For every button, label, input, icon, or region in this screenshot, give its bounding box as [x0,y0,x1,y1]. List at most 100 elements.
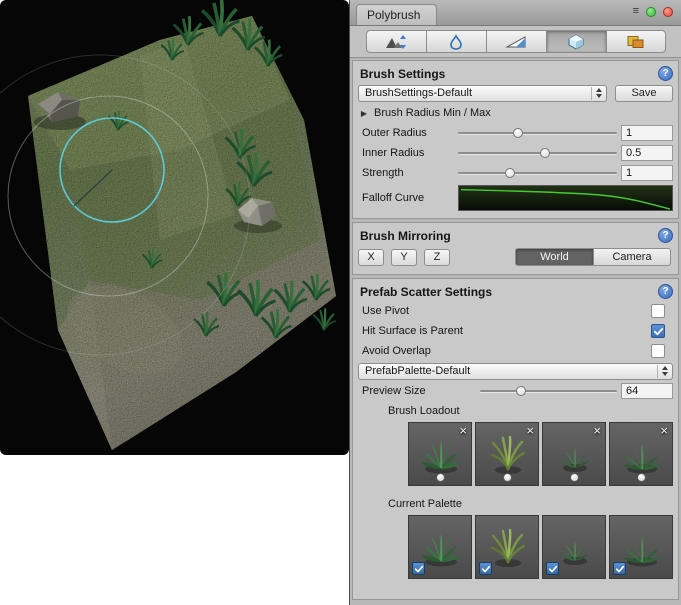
falloff-curve-graph [459,186,672,210]
window-menu-icon[interactable]: ≡ [633,6,639,17]
use-pivot-checkbox[interactable] [651,304,665,318]
brush-loadout-grid: × × × × [408,422,673,486]
outer-radius-field[interactable]: 1 [621,125,673,141]
weight-slider-thumb[interactable] [570,473,579,482]
slider-thumb[interactable] [513,128,523,138]
slider-track [458,172,617,174]
prefab-scatter-title: Prefab Scatter Settings [358,285,492,299]
current-palette-grid [408,515,673,579]
slider-thumb[interactable] [516,386,526,396]
remove-icon[interactable]: × [526,423,534,438]
brush-preset-dropdown[interactable]: BrushSettings-Default [358,85,607,102]
polybrush-tab[interactable]: Polybrush [356,4,437,25]
inner-radius-label: Inner Radius [358,147,454,159]
screenshot-root: Polybrush ≡ [0,0,681,605]
brush-settings-title: Brush Settings [358,67,445,81]
outer-radius-slider[interactable] [458,125,617,141]
brush-preset-value: BrushSettings-Default [365,87,591,99]
palette-checkbox[interactable] [412,562,425,575]
mirror-y-button[interactable]: Y [391,249,417,266]
bush-plant-thumbnail [618,431,666,479]
weight-slider-thumb[interactable] [637,473,646,482]
strength-label: Strength [358,167,454,179]
avoid-overlap-checkbox[interactable] [651,344,665,358]
panel-content: Brush Settings ? BrushSettings-Default S… [350,58,681,605]
brush-mirroring-section: Brush Mirroring ? X Y Z World Camera [352,222,679,275]
mode-toolbar [350,26,681,58]
loadout-tile-leafy-plant[interactable]: × [408,422,472,486]
prefab-gem-icon [564,34,588,50]
brush-loadout-label: Brush Loadout [358,401,673,420]
window-maximize-icon[interactable] [646,7,656,17]
dropdown-caret-icon [657,365,668,378]
window-close-icon[interactable] [663,7,673,17]
preview-size-field[interactable]: 64 [621,383,673,399]
scatter-tool-button[interactable] [546,30,606,53]
smooth-tool-button[interactable] [426,30,486,53]
radius-minmax-foldout[interactable]: Brush Radius Min / Max [374,107,491,119]
slider-thumb[interactable] [505,168,515,178]
sculpt-icon [384,34,408,50]
leafy-plant-thumbnail [417,431,465,479]
mirror-z-button[interactable]: Z [424,249,450,266]
use-pivot-label: Use Pivot [358,305,647,317]
dropdown-caret-icon [591,87,602,100]
mirror-space-toggle: World Camera [515,248,671,266]
hit-surface-label: Hit Surface is Parent [358,325,647,337]
texture-squares-icon [624,34,648,50]
small-plant-thumbnail [551,431,599,479]
space-camera-button[interactable]: Camera [593,248,671,266]
inner-radius-field[interactable]: 0.5 [621,145,673,161]
loadout-tile-small-plant[interactable]: × [542,422,606,486]
paint-tool-button[interactable] [486,30,546,53]
tab-title: Polybrush [367,8,420,22]
preview-size-label: Preview Size [358,385,476,397]
prefab-palette-value: PrefabPalette-Default [365,365,657,377]
prefab-scatter-section: Prefab Scatter Settings ? Use Pivot Hit … [352,278,679,600]
space-world-button[interactable]: World [515,248,593,266]
help-icon[interactable]: ? [658,66,673,81]
palette-tile-small-plant[interactable] [542,515,606,579]
window-titlebar: Polybrush ≡ [350,0,681,26]
avoid-overlap-label: Avoid Overlap [358,345,647,357]
prefab-palette-dropdown[interactable]: PrefabPalette-Default [358,363,673,380]
texture-tool-button[interactable] [606,30,666,53]
sculpt-tool-button[interactable] [366,30,426,53]
paint-gradient-icon [504,34,528,50]
remove-icon[interactable]: × [459,423,467,438]
strength-field[interactable]: 1 [621,165,673,181]
polybrush-window: Polybrush ≡ [349,0,681,605]
palette-tile-leafy-plant[interactable] [408,515,472,579]
current-palette-label: Current Palette [358,494,673,513]
mirror-x-button[interactable]: X [358,249,384,266]
palette-tile-grass-clump[interactable] [475,515,539,579]
weight-slider-thumb[interactable] [503,473,512,482]
inner-radius-slider[interactable] [458,145,617,161]
palette-checkbox[interactable] [479,562,492,575]
save-button[interactable]: Save [615,85,673,102]
help-icon[interactable]: ? [658,284,673,299]
foldout-arrow-icon[interactable]: ▶ [358,109,370,118]
slider-track [458,132,617,134]
palette-tile-bush-plant[interactable] [609,515,673,579]
water-drop-icon [444,34,468,50]
weight-slider-thumb[interactable] [436,473,445,482]
loadout-tile-bush-plant[interactable]: × [609,422,673,486]
palette-checkbox[interactable] [613,562,626,575]
loadout-tile-grass-clump[interactable]: × [475,422,539,486]
palette-checkbox[interactable] [546,562,559,575]
preview-size-slider[interactable] [480,383,617,399]
falloff-curve-label: Falloff Curve [358,192,454,204]
help-icon[interactable]: ? [658,228,673,243]
slider-track [458,152,617,154]
remove-icon[interactable]: × [660,423,668,438]
hit-surface-checkbox[interactable] [651,324,665,338]
strength-slider[interactable] [458,165,617,181]
remove-icon[interactable]: × [593,423,601,438]
grass-clump-thumbnail [484,431,532,479]
slider-thumb[interactable] [540,148,550,158]
outer-radius-label: Outer Radius [358,127,454,139]
scene-view [0,0,349,455]
scene-canvas[interactable] [0,0,349,455]
falloff-curve-field[interactable] [458,185,673,211]
